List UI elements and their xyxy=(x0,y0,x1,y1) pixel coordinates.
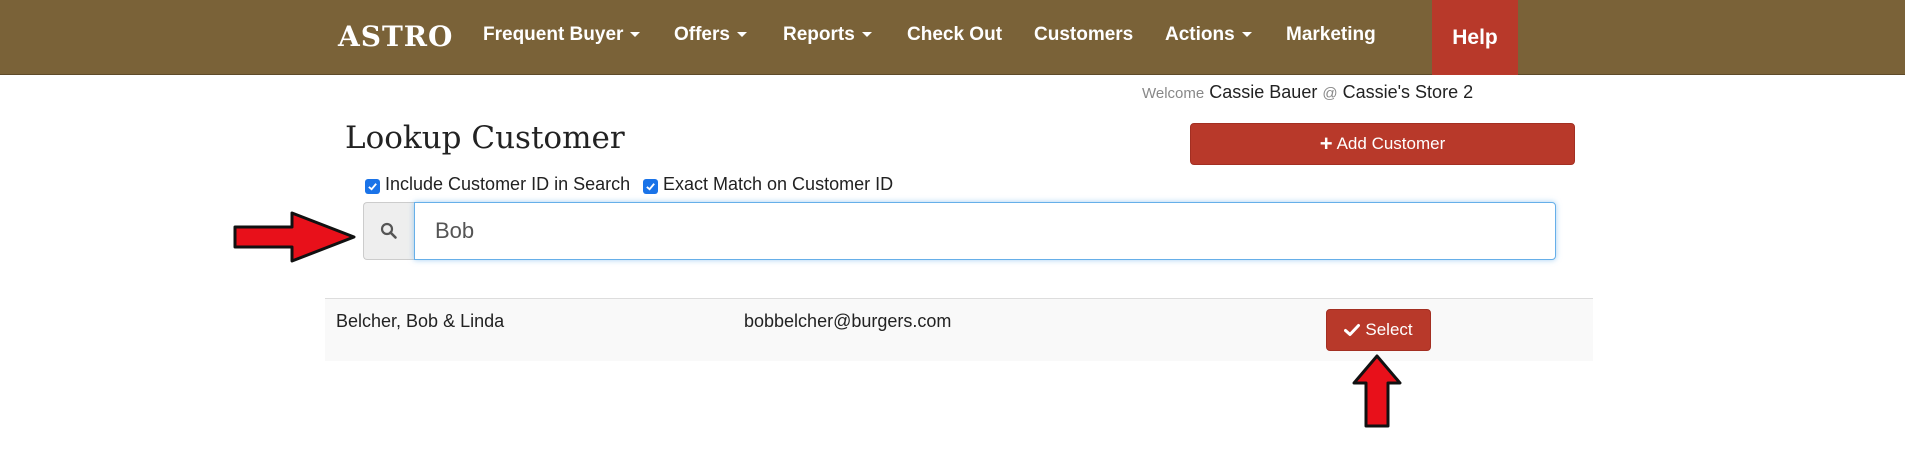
nav-label: Customers xyxy=(1034,24,1134,45)
help-button[interactable]: Help xyxy=(1432,0,1518,75)
nav-label: Offers xyxy=(674,24,730,45)
nav-customers[interactable]: Customers xyxy=(1034,24,1133,46)
welcome-user: Cassie Bauer xyxy=(1209,82,1318,102)
welcome-message: Welcome Cassie Bauer @ Cassie's Store 2 xyxy=(1142,82,1473,103)
check-icon xyxy=(368,183,377,191)
select-customer-button[interactable]: Select xyxy=(1326,309,1431,351)
page-title: Lookup Customer xyxy=(345,120,625,156)
nav-marketing[interactable]: Marketing xyxy=(1286,24,1376,46)
caret-down-icon xyxy=(1241,32,1252,38)
up-arrow-annotation xyxy=(1352,354,1402,428)
plus-icon: + xyxy=(1319,131,1333,156)
nav-label: Frequent Buyer xyxy=(483,24,624,45)
exact-match-option[interactable]: Exact Match on Customer ID xyxy=(643,174,893,195)
add-customer-label: Add Customer xyxy=(1336,134,1446,153)
add-customer-button[interactable]: + Add Customer xyxy=(1190,123,1575,165)
nav-reports[interactable]: Reports xyxy=(783,24,872,46)
welcome-store: Cassie's Store 2 xyxy=(1342,82,1474,102)
top-navbar: ASTRO Frequent Buyer Offers Reports Chec… xyxy=(0,0,1905,75)
checkmark-icon xyxy=(1344,324,1361,336)
nav-label: Actions xyxy=(1165,24,1235,45)
search-addon xyxy=(363,202,414,260)
caret-down-icon xyxy=(861,32,872,38)
nav-offers[interactable]: Offers xyxy=(674,24,747,46)
customer-email-cell: bobbelcher@burgers.com xyxy=(744,311,952,331)
nav-actions[interactable]: Actions xyxy=(1165,24,1252,46)
nav-check-out[interactable]: Check Out xyxy=(907,24,1002,46)
results-table: Belcher, Bob & Linda bobbelcher@burgers.… xyxy=(325,298,1593,361)
include-customer-id-option[interactable]: Include Customer ID in Search xyxy=(365,174,630,195)
include-customer-id-checkbox[interactable] xyxy=(365,179,380,194)
welcome-at: @ xyxy=(1322,85,1338,102)
welcome-prefix: Welcome xyxy=(1142,85,1205,102)
nav-label: Check Out xyxy=(907,24,1003,45)
select-label: Select xyxy=(1365,320,1413,339)
exact-match-checkbox[interactable] xyxy=(643,179,658,194)
right-arrow-annotation xyxy=(233,211,356,263)
caret-down-icon xyxy=(736,32,747,38)
check-icon xyxy=(646,183,655,191)
customer-search-input[interactable] xyxy=(414,202,1556,260)
customer-search-group xyxy=(363,202,1556,260)
caret-down-icon xyxy=(630,32,641,38)
nav-frequent-buyer[interactable]: Frequent Buyer xyxy=(483,24,641,46)
exact-match-label: Exact Match on Customer ID xyxy=(663,174,894,194)
include-customer-id-label: Include Customer ID in Search xyxy=(385,174,631,194)
brand-logo[interactable]: ASTRO xyxy=(338,20,453,53)
nav-label: Marketing xyxy=(1286,24,1376,45)
search-icon xyxy=(380,222,397,239)
customer-name-cell: Belcher, Bob & Linda xyxy=(336,311,505,331)
nav-label: Reports xyxy=(783,24,855,45)
